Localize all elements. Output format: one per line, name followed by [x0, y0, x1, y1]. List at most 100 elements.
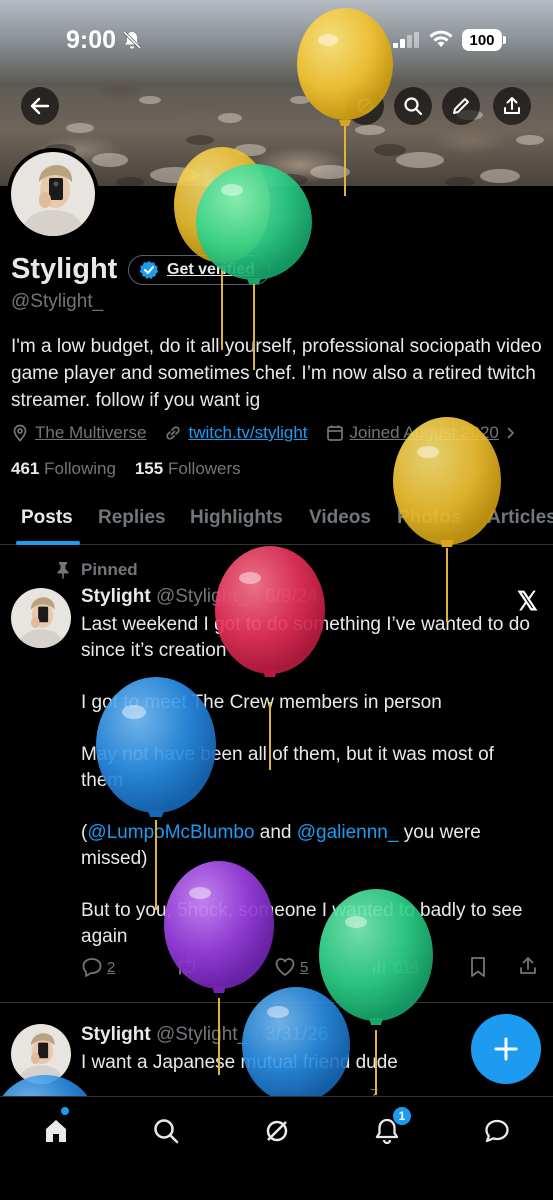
- post-paragraph: Last weekend I got to do something I’ve …: [81, 614, 530, 661]
- tab-replies[interactable]: Replies: [98, 507, 166, 529]
- post-actions: 2 5 614: [81, 956, 541, 980]
- post-handle-date: @Stylight_ · 3/31/26: [155, 1024, 329, 1045]
- wifi-icon: [429, 30, 453, 47]
- compose-button[interactable]: [471, 1014, 541, 1084]
- verified-badge-icon: [139, 261, 159, 279]
- bell-muted-icon: [122, 30, 142, 50]
- profile-bio: I'm a low budget, do it all yourself, pr…: [11, 336, 542, 411]
- following-count: 461: [11, 459, 40, 478]
- nav-messages[interactable]: [477, 1111, 517, 1151]
- bookmark-button[interactable]: [468, 956, 488, 978]
- home-notification-dot: [61, 1107, 69, 1115]
- post-handle-date: @Stylight_ · 6/9/24: [155, 586, 318, 607]
- tab-photos[interactable]: Photos: [397, 507, 461, 529]
- post-header: Stylight @Stylight_ · 3/31/26: [81, 1024, 328, 1046]
- reply-button[interactable]: 2: [81, 956, 115, 978]
- post-paragraph: I got to meet The Crew members in person: [81, 692, 442, 713]
- website-link[interactable]: twitch.tv/stylight: [188, 423, 307, 443]
- battery-tip: [503, 36, 506, 44]
- signal-icon: [393, 32, 419, 48]
- mention-link[interactable]: @LumpoMcBlumbo: [87, 822, 254, 843]
- share-button[interactable]: [493, 87, 531, 125]
- mention-joiner: and: [254, 822, 297, 843]
- share-icon: [504, 97, 520, 114]
- post-share-button[interactable]: [518, 956, 538, 976]
- search-button[interactable]: [394, 87, 432, 125]
- notification-badge: 1: [393, 1107, 411, 1125]
- followers-label: Followers: [167, 459, 241, 478]
- pinned-text: Pinned: [81, 560, 138, 579]
- pin-icon: [57, 562, 69, 579]
- like-button[interactable]: 5: [274, 956, 308, 978]
- grok-icon: [266, 1120, 288, 1142]
- back-arrow-icon: [30, 97, 50, 115]
- tab-posts[interactable]: Posts: [21, 507, 73, 529]
- nav-home[interactable]: [36, 1111, 76, 1151]
- followers-link[interactable]: 155 Followers: [135, 459, 241, 478]
- joined-text: Joined August 2020: [349, 423, 499, 442]
- messages-icon: [485, 1119, 509, 1143]
- location-text: The Multiverse: [35, 423, 147, 442]
- post-author[interactable]: Stylight: [81, 586, 151, 607]
- profile-tabs: Posts Replies Highlights Videos Photos A…: [0, 497, 553, 545]
- active-tab-indicator: [16, 541, 80, 545]
- post-avatar[interactable]: [11, 1024, 71, 1084]
- calendar-icon: [326, 425, 343, 441]
- following-label: Following: [44, 459, 116, 478]
- back-button[interactable]: [21, 87, 59, 125]
- reply-icon: [82, 958, 102, 977]
- link-icon: [166, 426, 181, 440]
- post-avatar[interactable]: [11, 588, 71, 648]
- bookmark-icon: [471, 957, 485, 977]
- nav-grok[interactable]: [257, 1111, 297, 1151]
- post-paragraph-mentions: (@LumpoMcBlumbo and @galiennn_ you were …: [81, 820, 541, 872]
- like-count: 5: [300, 958, 309, 976]
- chevron-right-icon[interactable]: [505, 426, 517, 440]
- pinned-label: Pinned: [55, 560, 138, 580]
- status-bar: 9:00 100: [0, 0, 553, 80]
- grok-icon: [357, 98, 373, 114]
- mention-link[interactable]: @galiennn_: [297, 822, 399, 843]
- tab-highlights[interactable]: Highlights: [190, 507, 283, 529]
- post-paragraph: But to you, 5hock, someone I wanted to b…: [81, 900, 523, 947]
- get-verified-button[interactable]: Get verified: [128, 255, 271, 285]
- post-author[interactable]: Stylight: [81, 1024, 151, 1045]
- follow-stats: 461 Following 155 Followers: [11, 459, 241, 479]
- get-verified-label: Get verified: [167, 261, 256, 278]
- repost-button[interactable]: [175, 956, 199, 978]
- views-button[interactable]: 614: [370, 956, 419, 976]
- share-icon: [520, 957, 536, 974]
- like-icon: [275, 958, 295, 976]
- profile-avatar[interactable]: [7, 148, 99, 240]
- nav-search[interactable]: [146, 1111, 186, 1151]
- views-count: 614: [394, 957, 420, 975]
- repost-icon: [179, 958, 195, 976]
- website-item[interactable]: twitch.tv/stylight: [164, 423, 308, 443]
- tab-articles[interactable]: Articles: [487, 507, 553, 529]
- post-body: Last weekend I got to do something I’ve …: [81, 612, 541, 976]
- search-icon: [154, 1119, 179, 1144]
- post-divider: [0, 1002, 553, 1003]
- edit-button[interactable]: [442, 87, 480, 125]
- battery-indicator: 100: [462, 29, 502, 51]
- profile-meta: The Multiverse twitch.tv/stylight Joined…: [11, 421, 535, 445]
- location-item[interactable]: The Multiverse: [11, 423, 146, 443]
- views-icon: [373, 961, 385, 974]
- bottom-nav: 1: [0, 1096, 553, 1200]
- following-link[interactable]: 461 Following: [11, 459, 116, 478]
- plus-icon: [494, 1037, 518, 1061]
- grok-button[interactable]: [346, 87, 384, 125]
- reply-count: 2: [107, 958, 116, 976]
- joined-item: Joined August 2020: [326, 423, 517, 443]
- clock: 9:00: [66, 26, 117, 54]
- location-icon: [13, 424, 27, 442]
- followers-count: 155: [134, 459, 164, 478]
- post-header: Stylight @Stylight_ · 6/9/24: [81, 586, 318, 608]
- profile-name: Stylight: [11, 253, 118, 285]
- tab-videos[interactable]: Videos: [309, 507, 371, 529]
- pen-icon: [453, 98, 469, 114]
- profile-handle: @Stylight_: [11, 291, 104, 312]
- search-icon: [404, 97, 423, 116]
- home-icon: [46, 1120, 66, 1142]
- post-paragraph: May not have been all of them, but it wa…: [81, 744, 494, 791]
